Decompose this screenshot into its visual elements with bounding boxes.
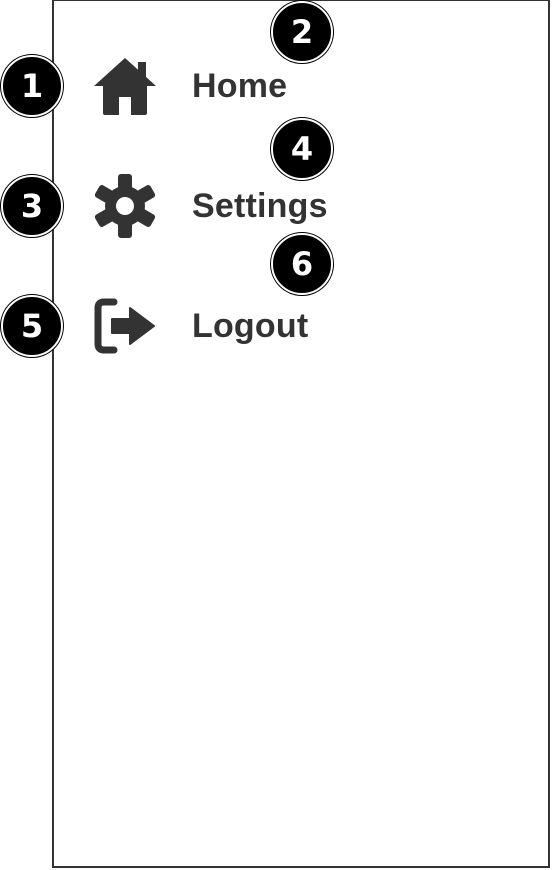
- menu-item-logout[interactable]: Logout: [90, 294, 370, 358]
- home-icon: [90, 54, 160, 118]
- menu-item-label: Settings: [192, 186, 328, 225]
- marker-4-badge: 4: [271, 118, 333, 180]
- logout-icon: [90, 294, 160, 358]
- marker-1-badge: 1: [1, 55, 63, 117]
- marker-6-badge: 6: [271, 233, 333, 295]
- marker-2-badge: 2: [271, 1, 333, 63]
- gear-icon: [90, 174, 160, 238]
- marker-5-badge: 5: [1, 295, 63, 357]
- menu-item-settings[interactable]: Settings: [90, 174, 370, 238]
- menu-item-label: Logout: [192, 306, 309, 345]
- menu-item-label: Home: [192, 66, 288, 105]
- menu-item-home[interactable]: Home: [90, 54, 370, 118]
- marker-3-badge: 3: [1, 175, 63, 237]
